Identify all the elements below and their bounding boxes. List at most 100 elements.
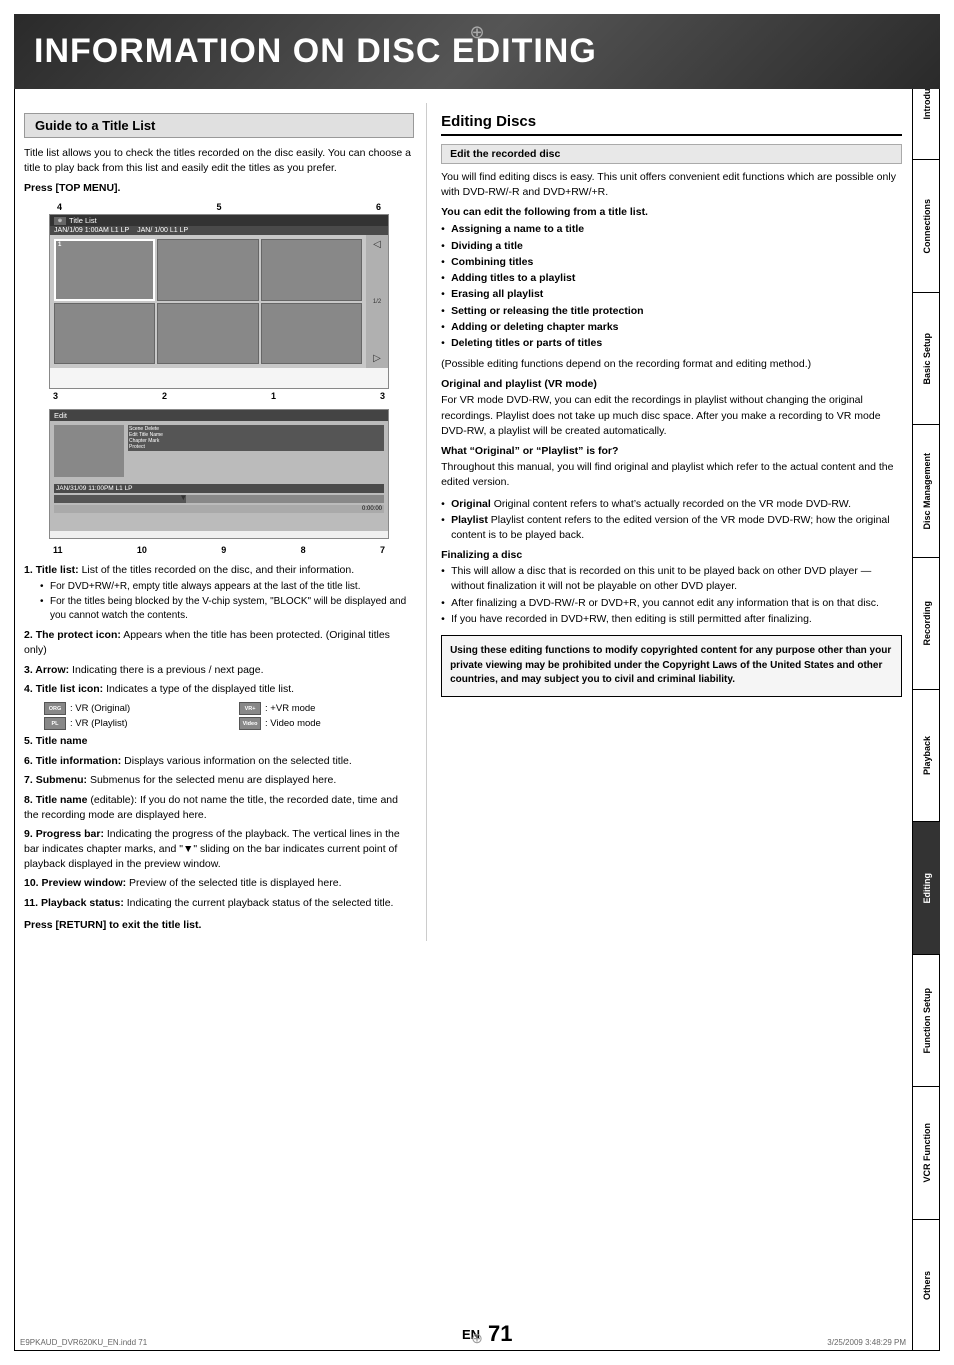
sidebar-label: Editing [922, 873, 932, 904]
ed-header: Edit [50, 410, 388, 421]
possible-note: (Possible editing functions depend on th… [441, 357, 902, 372]
editing-discs-header: Editing Discs [441, 113, 902, 136]
finalizing-bullet-1: This will allow a disc that is recorded … [441, 564, 902, 594]
ed-progress-bar [54, 495, 186, 503]
icon-pl-img: PL [44, 717, 66, 730]
can-edit-label: You can edit the following from a title … [441, 206, 902, 218]
edit-diagram: Edit Scene DeleteEdit Title NameChapter … [49, 409, 389, 539]
finalizing-bullet-3: If you have recorded in DVD+RW, then edi… [441, 612, 902, 627]
ed-info-row: JAN/31/09 11:00PM L1 LP [54, 484, 384, 493]
tl-arrow-up: ◁ [373, 239, 381, 250]
footer-crosshair: ⊕ [471, 1330, 483, 1347]
ed-labels-bottom: 11 10 9 8 7 [49, 545, 389, 555]
label-5: 5 [217, 202, 222, 212]
label-10: 10 [137, 545, 147, 555]
crosshair-icon: ⊕ [469, 22, 484, 43]
editing-bullets: Assigning a name to a title Dividing a t… [441, 222, 902, 351]
press-top-menu: Press [TOP MENU]. [24, 182, 414, 194]
main-content: Guide to a Title List Title list allows … [14, 103, 912, 941]
tl-page-num: 1/2 [373, 299, 381, 305]
bullet-setting: Setting or releasing the title protectio… [441, 304, 902, 319]
label-2: 2 [162, 391, 167, 401]
sidebar-section-playback[interactable]: Playback [913, 690, 940, 822]
right-column: Editing Discs Edit the recorded disc You… [427, 103, 912, 941]
ed-content: Scene DeleteEdit Title NameChapter MarkP… [50, 421, 388, 531]
label-6: 6 [376, 202, 381, 212]
label-8: 8 [301, 545, 306, 555]
numbered-item-10: 10. Preview window: Preview of the selec… [24, 876, 414, 891]
page-header: ⊕ INFORMATION ON DISC EDITING [14, 14, 940, 89]
tl-title-row: JAN/1/09 1:00AM L1 LP JAN/ 1/00 L1 LP [50, 226, 388, 235]
bullet-assigning: Assigning a name to a title [441, 222, 902, 237]
numbered-item-3: 3. Arrow: Indicating there is a previous… [24, 663, 414, 678]
numbered-item-7: 7. Submenu: Submenus for the selected me… [24, 773, 414, 788]
icon-mode-row: ORG : VR (Original) VR+ : +VR mode PL : … [24, 702, 414, 730]
title-list-diagram-container: 4 5 6 ⊕ Title List JAN/1/09 1:00AM L1 LP… [24, 202, 414, 401]
finalizing-bullets: This will allow a disc that is recorded … [441, 564, 902, 627]
numbered-item-2: 2. The protect icon: Appears when the ti… [24, 628, 414, 657]
playlist-bullet: Playlist Playlist content refers to the … [441, 513, 902, 543]
sidebar-section-basic-setup[interactable]: Basic Setup [913, 293, 940, 425]
label-1: 1 [271, 391, 276, 401]
edit-diagram-container: Edit Scene DeleteEdit Title NameChapter … [24, 409, 414, 555]
tl-content: 1 ◁ 1/2 ▷ [50, 235, 388, 368]
sidebar-section-editing[interactable]: Editing [913, 822, 940, 954]
sidebar-label: Basic Setup [922, 333, 932, 385]
numbered-item-11: 11. Playback status: Indicating the curr… [24, 896, 414, 911]
right-sidebar: Introduction Connections Basic Setup Dis… [912, 28, 940, 1351]
finalizing-bullet-2: After finalizing a DVD-RW/-R or DVD+R, y… [441, 596, 902, 611]
sidebar-label: Function Setup [922, 988, 932, 1054]
numbered-item-4: 4. Title list icon: Indicates a type of … [24, 682, 414, 697]
dvd-icon: ⊕ [54, 217, 66, 225]
page-num-badge: EN 71 [462, 1321, 513, 1347]
sidebar-section-vcr[interactable]: VCR Function [913, 1087, 940, 1219]
tl-main-area: 1 [50, 235, 366, 368]
tl-thumb-4 [54, 303, 155, 365]
label-11: 11 [53, 545, 63, 555]
ed-preview [54, 425, 124, 477]
label-4: 4 [57, 202, 62, 212]
label-7: 7 [380, 545, 385, 555]
label-3b: 3 [380, 391, 385, 401]
what-title: What “Original” or “Playlist” is for? [441, 445, 902, 457]
sidebar-label: Playback [922, 736, 932, 775]
content-row: Guide to a Title List Title list allows … [14, 103, 912, 941]
tl-arrow-down: ▷ [373, 353, 381, 364]
tl-thumb-1: 1 [54, 239, 155, 301]
original-playlist-bullets: Original Original content refers to what… [441, 497, 902, 544]
left-intro-text: Title list allows you to check the title… [24, 146, 414, 176]
numbered-item-5: 5. Title name [24, 734, 414, 749]
numbered-item-6: 6. Title information: Displays various i… [24, 754, 414, 769]
ed-menu-label: Scene DeleteEdit Title NameChapter MarkP… [128, 425, 384, 451]
tl-sidebar: ◁ 1/2 ▷ [366, 235, 388, 368]
bullet-combining: Combining titles [441, 255, 902, 270]
tl-date2: JAN/ 1/00 L1 LP [137, 227, 188, 234]
page-border-left [14, 28, 15, 1351]
ed-progress-marker: ▼ [179, 493, 187, 502]
bullet-chapter-marks: Adding or deleting chapter marks [441, 320, 902, 335]
edit-recorded-disc-header: Edit the recorded disc [441, 144, 902, 164]
what-text: Throughout this manual, you will find or… [441, 460, 902, 490]
sidebar-label: Recording [922, 601, 932, 646]
footer: E9PKAUD_DVR620KU_EN.indd 71 EN 71 3/25/2… [20, 1321, 906, 1347]
original-bullet: Original Original content refers to what… [441, 497, 902, 512]
warning-box: Using these editing functions to modify … [441, 635, 902, 697]
sidebar-section-connections[interactable]: Connections [913, 160, 940, 292]
tl-thumb-5 [157, 303, 258, 365]
sidebar-section-others[interactable]: Others [913, 1220, 940, 1351]
ed-left: Scene DeleteEdit Title NameChapter MarkP… [50, 421, 388, 531]
left-column: Guide to a Title List Title list allows … [14, 103, 427, 941]
bullet-erasing: Erasing all playlist [441, 287, 902, 302]
bullet-adding-playlist: Adding titles to a playlist [441, 271, 902, 286]
sidebar-section-disc-management[interactable]: Disc Management [913, 425, 940, 557]
original-playlist-title: Original and playlist (VR mode) [441, 378, 902, 390]
icon-video-img: Video [239, 717, 261, 730]
numbered-items: 1. Title list: List of the titles record… [24, 563, 414, 910]
sidebar-section-recording[interactable]: Recording [913, 558, 940, 690]
sidebar-section-function-setup[interactable]: Function Setup [913, 955, 940, 1087]
icon-vr-plus-img: VR+ [239, 702, 261, 715]
bullet-dividing: Dividing a title [441, 239, 902, 254]
sidebar-label: Others [922, 1271, 932, 1300]
icon-video: Video : Video mode [239, 717, 414, 730]
tl-thumb-6 [261, 303, 362, 365]
